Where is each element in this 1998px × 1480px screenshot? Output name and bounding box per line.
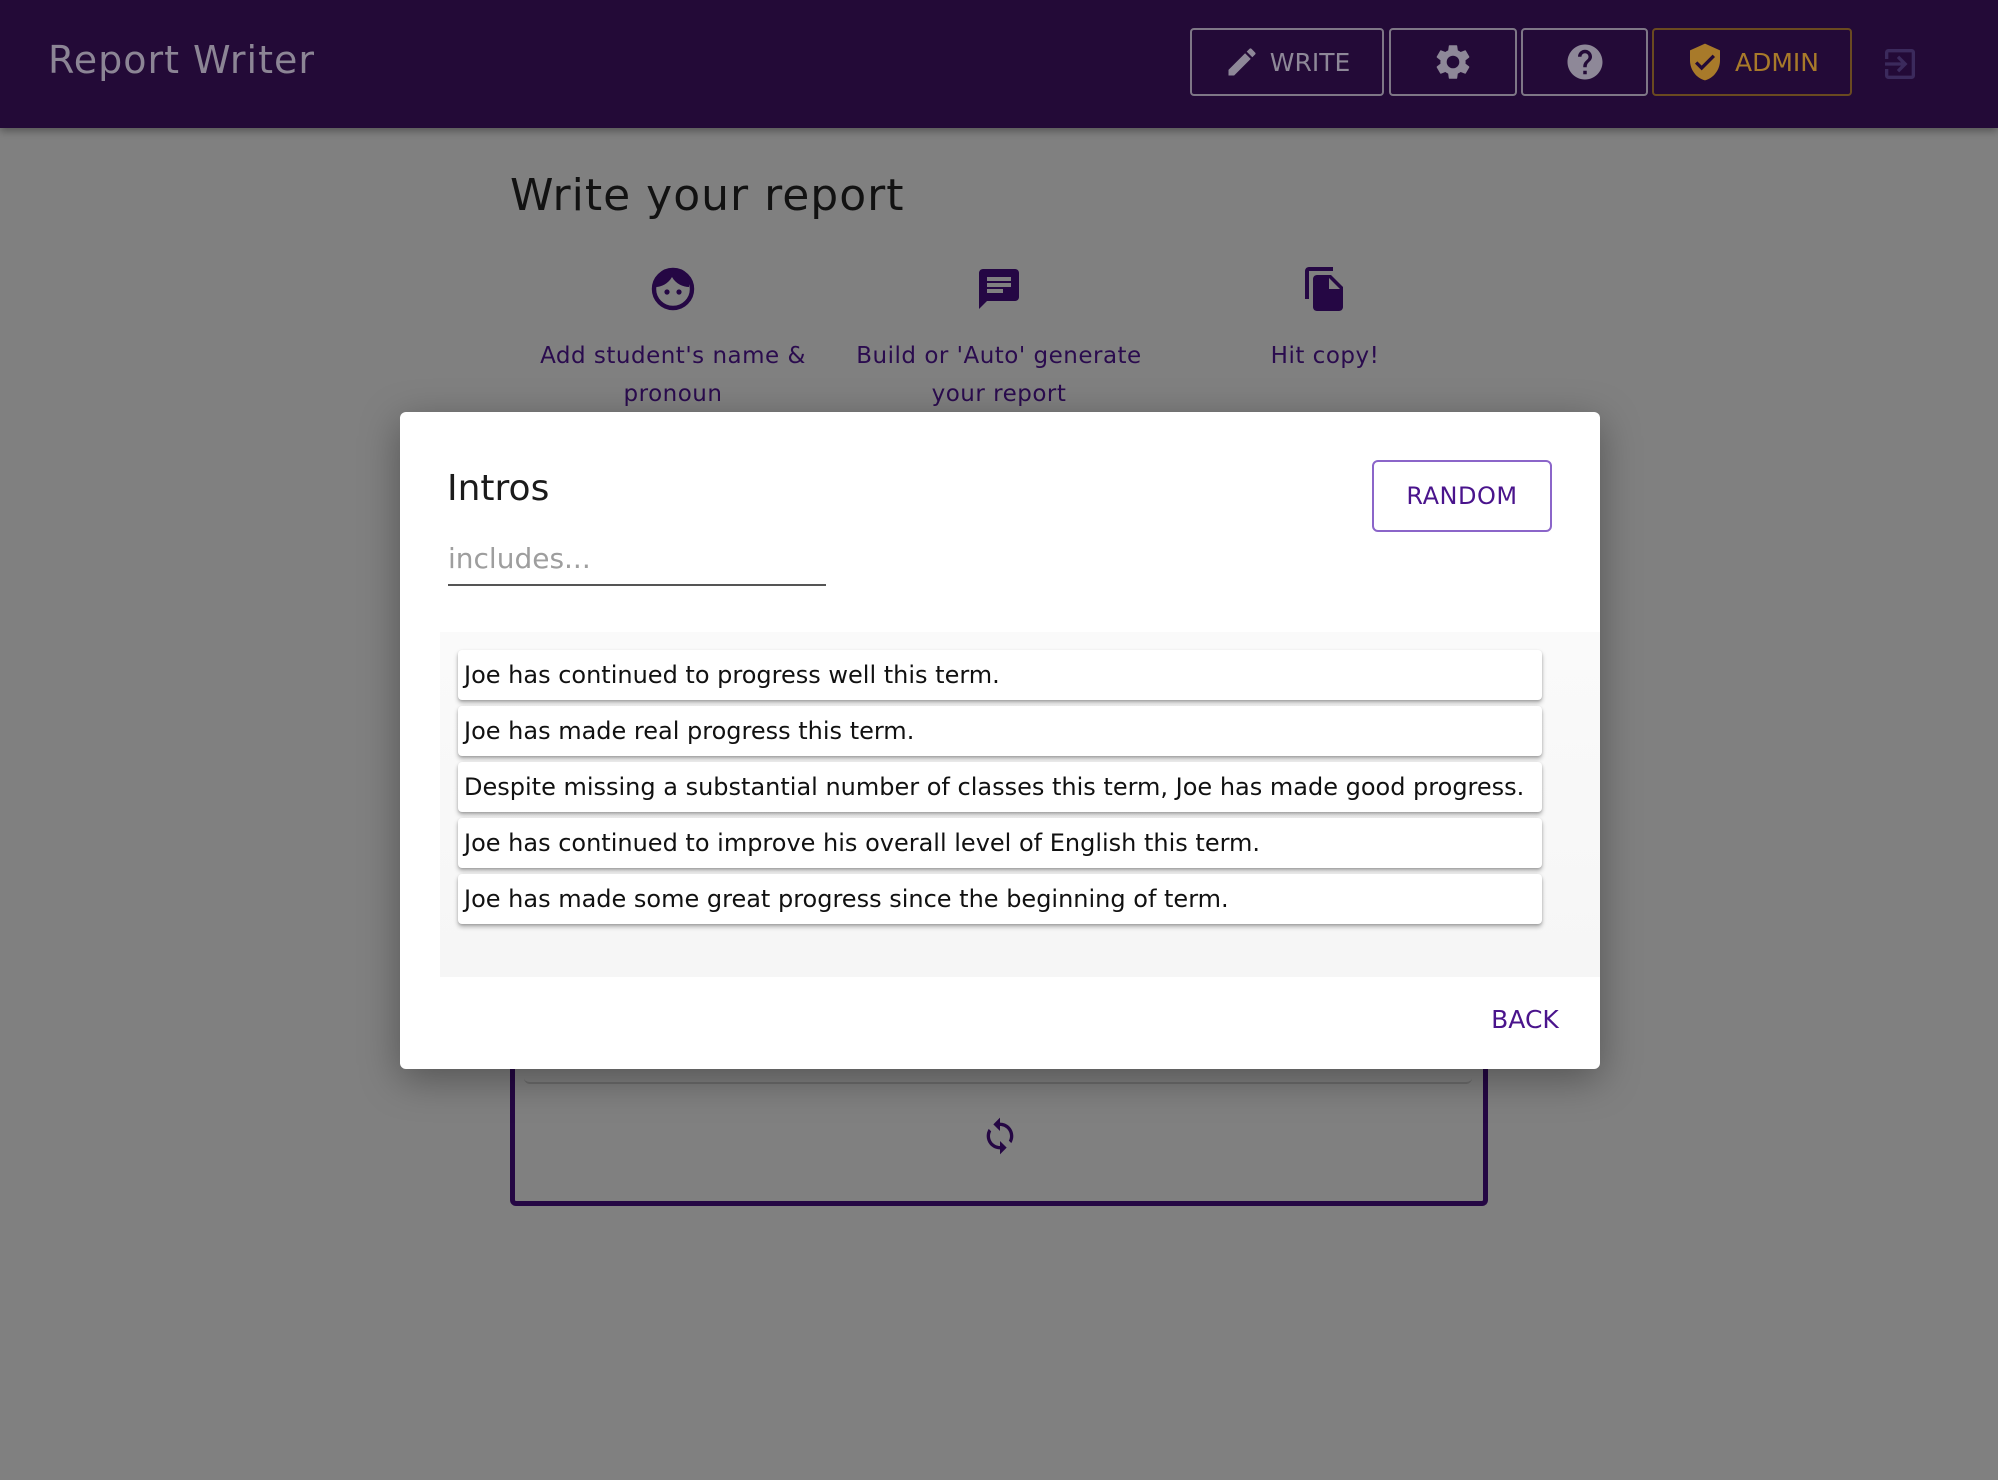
list-item[interactable]: Joe has continued to progress well this …	[458, 650, 1542, 700]
step-label: Hit copy!	[1270, 343, 1380, 369]
app-header: Report Writer WRITE ADMIN	[0, 0, 1998, 128]
app-title: Report Writer	[48, 38, 315, 82]
report-text-area	[524, 1070, 1472, 1084]
list-item[interactable]: Joe has made some great progress since t…	[458, 874, 1542, 924]
face-icon	[651, 267, 695, 311]
step-copy: Hit copy!	[1160, 265, 1490, 375]
message-icon	[979, 269, 1019, 309]
intros-dialog: Intros RANDOM Joe has continued to progr…	[400, 412, 1600, 1069]
gear-icon	[1436, 45, 1470, 79]
list-item[interactable]: Joe has made real progress this term.	[458, 706, 1542, 756]
includes-search-input[interactable]	[448, 532, 826, 586]
shield-check-icon	[1690, 43, 1720, 81]
step-label: Add student's name & pronoun	[540, 343, 806, 407]
list-item[interactable]: Joe has continued to improve his overall…	[458, 818, 1542, 868]
write-button[interactable]: WRITE	[1190, 28, 1384, 96]
page-title: Write your report	[510, 170, 905, 221]
pencil-icon	[1228, 48, 1256, 76]
back-button[interactable]: BACK	[1480, 994, 1570, 1044]
help-button[interactable]	[1521, 28, 1648, 96]
step-label: Build or 'Auto' generate your report	[856, 343, 1142, 407]
random-button[interactable]: RANDOM	[1372, 460, 1552, 532]
dialog-title: Intros	[447, 468, 550, 509]
intros-list: Joe has continued to progress well this …	[440, 632, 1600, 977]
list-item[interactable]: Despite missing a substantial number of …	[458, 762, 1542, 812]
admin-button[interactable]: ADMIN	[1652, 28, 1852, 96]
step-add-student: Add student's name & pronoun	[508, 265, 838, 413]
refresh-icon[interactable]	[980, 1114, 1020, 1158]
step-build-report: Build or 'Auto' generate your report	[834, 265, 1164, 413]
admin-button-label: ADMIN	[1735, 47, 1819, 77]
settings-button[interactable]	[1389, 28, 1517, 96]
logout-icon[interactable]	[1880, 44, 1920, 84]
help-icon	[1567, 44, 1602, 80]
write-button-label: WRITE	[1269, 47, 1351, 77]
copy-icon	[1305, 267, 1343, 311]
